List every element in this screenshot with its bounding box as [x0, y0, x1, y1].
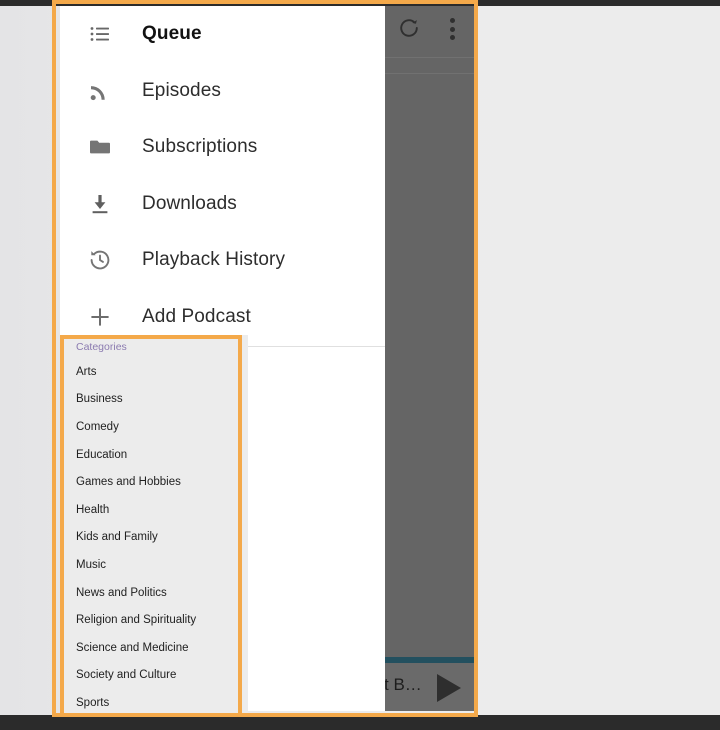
list-icon — [86, 20, 114, 48]
refresh-icon[interactable] — [398, 17, 420, 39]
sidebar-item-playback-history[interactable]: Playback History — [60, 232, 385, 289]
sidebar-item-queue[interactable]: Queue — [60, 6, 385, 63]
drawer-scrim[interactable] — [382, 6, 478, 711]
sidebar-item-label: Add Podcast — [142, 305, 251, 327]
folder-icon — [86, 133, 114, 161]
sidebar-item-label: Subscriptions — [142, 136, 258, 158]
sidebar-item-label: Queue — [142, 23, 202, 45]
plus-icon — [86, 303, 114, 331]
sidebar-item-label: Playback History — [142, 249, 286, 271]
sidebar-item-label: Episodes — [142, 79, 221, 101]
list-item[interactable]: Education — [62, 441, 248, 469]
list-item[interactable]: Kids and Family — [62, 524, 248, 552]
list-item[interactable]: Health — [62, 496, 248, 524]
sidebar-item-downloads[interactable]: Downloads — [60, 176, 385, 233]
toolbar — [382, 12, 478, 52]
history-icon — [86, 246, 114, 274]
list-item[interactable]: Religion and Spirituality — [62, 606, 248, 634]
play-icon[interactable] — [437, 674, 461, 702]
system-navigation-bar — [0, 715, 720, 730]
list-item[interactable]: Business — [62, 386, 248, 414]
rss-icon — [86, 77, 114, 105]
categories-list: Arts Business Comedy Education Games and… — [62, 358, 248, 717]
mini-player[interactable]: t B… — [382, 663, 478, 711]
sidebar-item-episodes[interactable]: Episodes — [60, 63, 385, 120]
list-item[interactable]: Society and Culture — [62, 662, 248, 690]
list-item[interactable]: Games and Hobbies — [62, 468, 248, 496]
list-item[interactable]: Music — [62, 551, 248, 579]
sidebar-item-label: Downloads — [142, 192, 237, 214]
list-item[interactable]: Sports — [62, 689, 248, 717]
app-window: t B… Queue Episodes Subscriptions Downlo… — [52, 0, 478, 717]
player-episode-title: t B… — [384, 675, 422, 694]
categories-panel: Categories Arts Business Comedy Educatio… — [62, 335, 248, 717]
drawer-item-list: Queue Episodes Subscriptions Downloads P… — [60, 6, 385, 345]
overflow-menu-icon[interactable] — [450, 18, 456, 40]
scrim-divider-2 — [382, 73, 478, 74]
list-item[interactable]: Comedy — [62, 413, 248, 441]
download-icon — [86, 190, 114, 218]
list-item[interactable]: Science and Medicine — [62, 634, 248, 662]
list-item[interactable]: News and Politics — [62, 579, 248, 607]
scrim-divider-1 — [382, 57, 478, 58]
sidebar-item-subscriptions[interactable]: Subscriptions — [60, 119, 385, 176]
screen: t B… Queue Episodes Subscriptions Downlo… — [0, 0, 720, 730]
list-item[interactable]: Arts — [62, 358, 248, 386]
categories-header: Categories — [76, 341, 127, 353]
